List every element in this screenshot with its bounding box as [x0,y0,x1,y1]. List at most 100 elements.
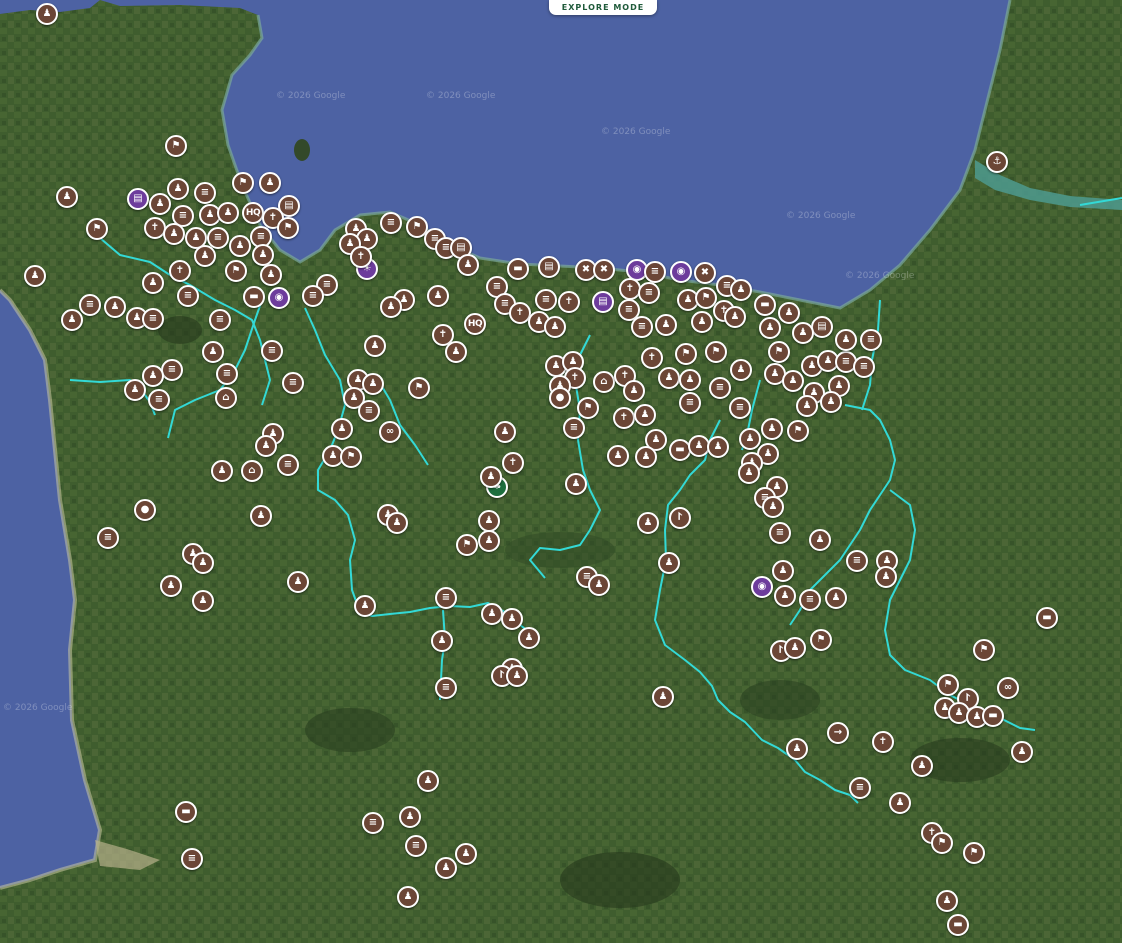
signpost-marker[interactable]: ⚑ [577,397,599,419]
book-marker[interactable]: ≡ [644,261,666,283]
signpost-marker[interactable]: ⚑ [810,629,832,651]
location-marker[interactable]: ● [134,499,156,521]
memorial-marker[interactable]: ♟ [911,755,933,777]
memorial-marker[interactable]: ♟ [455,843,477,865]
port-marker[interactable]: ⚓ [986,151,1008,173]
memorial-marker[interactable]: ♟ [506,665,528,687]
book-marker[interactable]: ≡ [302,285,324,307]
memorial-marker[interactable]: ♟ [478,530,500,552]
memorial-marker[interactable]: ♟ [287,571,309,593]
tank-marker[interactable]: ▬ [1036,607,1058,629]
book-marker[interactable]: ≡ [709,377,731,399]
book-marker[interactable]: ≡ [563,417,585,439]
memorial-marker[interactable]: ♟ [399,806,421,828]
signpost-marker[interactable]: ⚑ [931,832,953,854]
memorial-marker[interactable]: ♟ [501,608,523,630]
tank-marker[interactable]: ▬ [754,294,776,316]
museum-marker[interactable]: ⌂ [215,387,237,409]
book-marker[interactable]: ≡ [282,372,304,394]
book-marker[interactable]: ≡ [97,527,119,549]
book-marker[interactable]: ≡ [362,812,384,834]
signpost-marker[interactable]: ⚑ [232,172,254,194]
book-marker[interactable]: ≡ [729,397,751,419]
museum-marker[interactable]: ▤ [538,256,560,278]
explore-mode-button[interactable]: EXPLORE MODE [549,0,657,15]
grave-marker[interactable]: ✝ [872,731,894,753]
memorial-marker[interactable]: ♟ [796,395,818,417]
museum-marker[interactable]: ⌂ [241,460,263,482]
signpost-marker[interactable]: ⚑ [456,534,478,556]
map-view[interactable]: © 2026 Google © 2026 Google © 2026 Googl… [0,0,1122,943]
memorial-marker[interactable]: ♟ [457,254,479,276]
memorial-marker[interactable]: ♟ [637,512,659,534]
book-marker[interactable]: ≡ [849,777,871,799]
artillery-marker[interactable]: → [827,722,849,744]
memorial-marker[interactable]: ♟ [759,317,781,339]
book-marker[interactable]: ≡ [79,294,101,316]
memorial-marker[interactable]: ♟ [167,178,189,200]
memorial-marker[interactable]: ♟ [889,792,911,814]
memorial-marker[interactable]: ♟ [149,193,171,215]
signpost-marker[interactable]: ⚑ [225,260,247,282]
memorial-marker[interactable]: ♟ [124,379,146,401]
memorial-marker[interactable]: ♟ [792,322,814,344]
location-marker[interactable]: ● [549,387,571,409]
memorial-marker[interactable]: ♟ [192,552,214,574]
book-marker[interactable]: ≡ [846,550,868,572]
memorial-marker[interactable]: ♟ [250,505,272,527]
book-marker[interactable]: ≡ [181,848,203,870]
tank-marker[interactable]: ▬ [175,801,197,823]
memorial-marker[interactable]: ♟ [825,587,847,609]
tank-marker[interactable]: ▬ [507,258,529,280]
book-marker[interactable]: ≡ [209,309,231,331]
memorial-marker[interactable]: ♟ [772,560,794,582]
grave-marker[interactable]: ✝ [641,347,663,369]
memorial-marker[interactable]: ♟ [192,590,214,612]
memorial-marker[interactable]: ♟ [730,279,752,301]
memorial-marker[interactable]: ♟ [761,418,783,440]
book-marker[interactable]: ≡ [148,389,170,411]
book-marker[interactable]: ≡ [358,400,380,422]
memorial-marker[interactable]: ♟ [61,309,83,331]
memorial-marker[interactable]: ♟ [835,329,857,351]
memorial-marker[interactable]: ♟ [607,445,629,467]
signpost-marker[interactable]: ⚑ [86,218,108,240]
museum-marker[interactable]: ▤ [592,291,614,313]
memorial-marker[interactable]: ♟ [936,890,958,912]
memorial-marker[interactable]: ♟ [397,886,419,908]
signpost-marker[interactable]: ⚑ [768,341,790,363]
memorial-marker[interactable]: ♟ [658,552,680,574]
memorial-marker[interactable]: ♟ [809,529,831,551]
memorial-marker[interactable]: ♟ [417,770,439,792]
memorial-marker[interactable]: ♟ [565,473,587,495]
memorial-marker[interactable]: ♟ [730,359,752,381]
book-marker[interactable]: ≡ [405,835,427,857]
memorial-marker[interactable]: ♟ [739,428,761,450]
memorial-marker[interactable]: ♟ [658,367,680,389]
book-marker[interactable]: ≡ [860,329,882,351]
memorial-marker[interactable]: ♟ [362,373,384,395]
memorial-marker[interactable]: ♟ [679,369,701,391]
signpost-marker[interactable]: ⚑ [705,341,727,363]
photo-marker[interactable]: ◉ [751,576,773,598]
grave-marker[interactable]: ✝ [502,452,524,474]
tank-marker[interactable]: ▬ [982,705,1004,727]
memorial-marker[interactable]: ♟ [386,512,408,534]
signpost-marker[interactable]: ⚑ [963,842,985,864]
memorial-marker[interactable]: ♟ [778,302,800,324]
memorial-marker[interactable]: ♟ [652,686,674,708]
memorial-marker[interactable]: ♟ [635,446,657,468]
memorial-marker[interactable]: ♟ [784,637,806,659]
signpost-marker[interactable]: ⚑ [340,446,362,468]
book-marker[interactable]: ≡ [142,308,164,330]
memorial-marker[interactable]: ♟ [259,172,281,194]
memorial-marker[interactable]: ♟ [480,466,502,488]
book-marker[interactable]: ≡ [161,359,183,381]
memorial-marker[interactable]: ♟ [36,3,58,25]
headquarters-marker[interactable]: HQ [242,202,264,224]
memorial-marker[interactable]: ♟ [202,341,224,363]
memorial-marker[interactable]: ♟ [104,296,126,318]
photo-marker[interactable]: ◉ [670,261,692,283]
memorial-marker[interactable]: ♟ [774,585,796,607]
signpost-marker[interactable]: ⚑ [277,217,299,239]
